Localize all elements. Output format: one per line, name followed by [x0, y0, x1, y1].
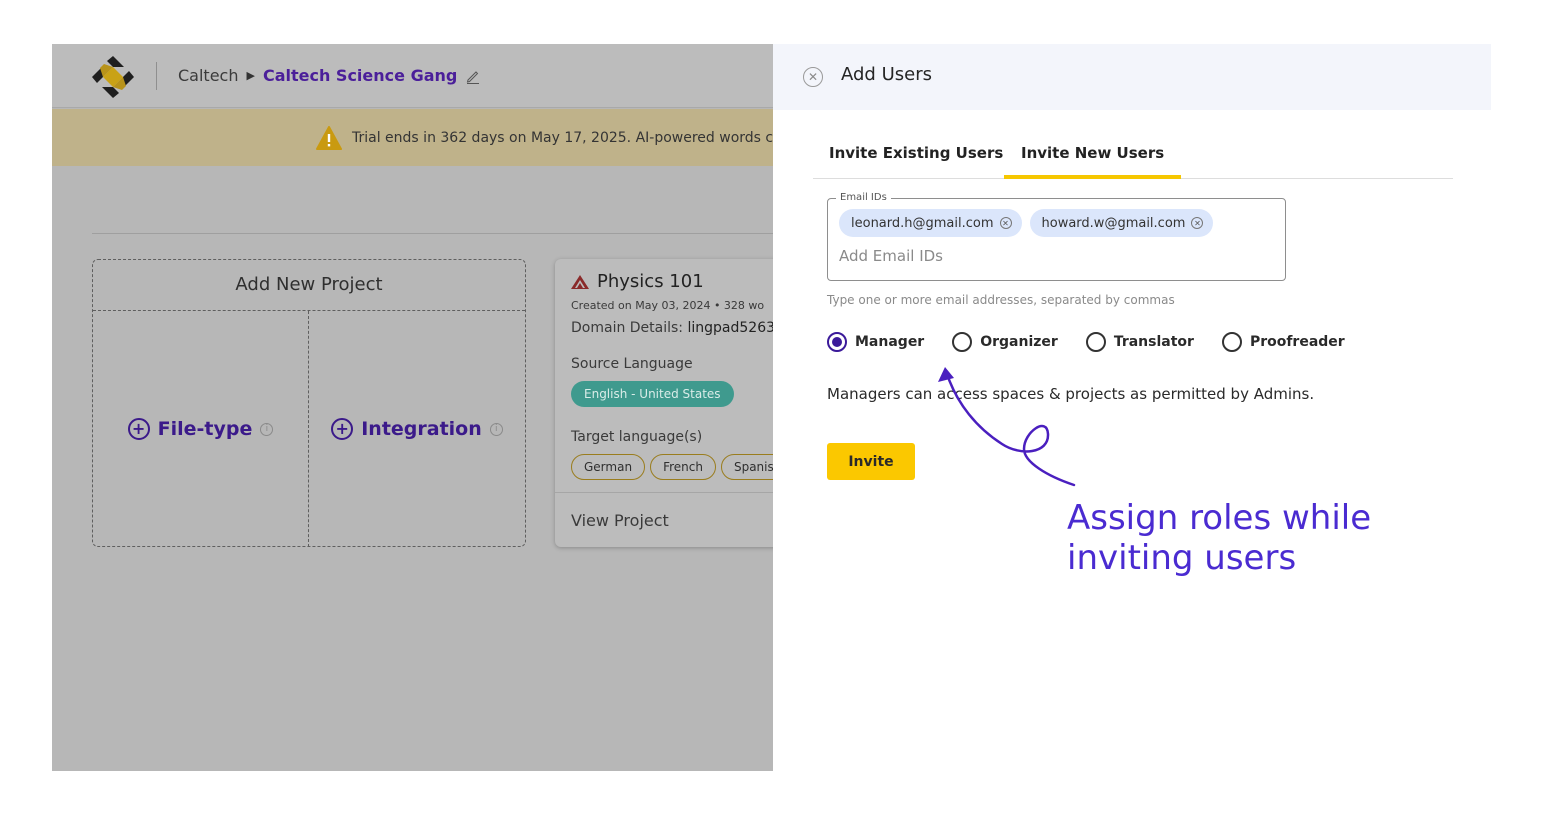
email-input[interactable]: [839, 247, 1259, 265]
drawer-title: Add Users: [841, 64, 932, 85]
plus-circle-icon: +: [127, 418, 150, 440]
role-label: Manager: [855, 334, 925, 350]
divider: [156, 62, 157, 90]
add-users-drawer: ✕ Add Users Invite Existing Users Invite…: [773, 44, 1491, 771]
warning-icon: [316, 126, 342, 150]
remove-chip-icon[interactable]: ✕: [1191, 217, 1204, 229]
domain-value: lingpad5263: [687, 320, 776, 336]
tab-invite-new-users[interactable]: Invite New Users: [1004, 134, 1182, 179]
domain-label: Domain Details:: [571, 320, 688, 336]
project-title: Physics 101: [597, 271, 704, 292]
drawer-header: ✕ Add Users: [773, 44, 1491, 110]
breadcrumb-space[interactable]: Caltech Science Gang: [263, 66, 457, 85]
project-icon: [571, 274, 589, 289]
integration-label: Integration: [361, 418, 482, 440]
app-logo-icon[interactable]: [90, 54, 136, 100]
email-ids-field[interactable]: Email IDs leonard.h@gmail.com ✕ howard.w…: [827, 192, 1286, 281]
close-icon[interactable]: ✕: [803, 67, 823, 87]
invite-tabs: Invite Existing Users Invite New Users: [813, 134, 1453, 179]
role-label: Translator: [1113, 334, 1194, 350]
role-option-proofreader[interactable]: Proofreader: [1221, 332, 1345, 352]
radio-icon[interactable]: [1085, 332, 1106, 352]
caret-right-icon: ▶: [246, 69, 255, 82]
view-project-link[interactable]: View Project: [571, 511, 669, 530]
role-radio-group: Manager Organizer Translator Proofreader: [827, 332, 1345, 352]
edit-pencil-icon[interactable]: [465, 68, 481, 84]
radio-icon[interactable]: [952, 332, 973, 352]
email-chip: leonard.h@gmail.com ✕: [839, 209, 1022, 237]
add-new-project-card: Add New Project + File-type i + Integrat…: [92, 259, 526, 547]
integration-option[interactable]: + Integration i: [309, 311, 525, 547]
plus-circle-icon: +: [331, 418, 354, 440]
email-chip-label: howard.w@gmail.com: [1041, 215, 1186, 231]
breadcrumb: Caltech ▶ Caltech Science Gang: [178, 66, 481, 85]
target-language-label: Target language(s): [571, 429, 703, 445]
email-chip: howard.w@gmail.com ✕: [1029, 209, 1214, 237]
divider: [92, 233, 812, 234]
role-label: Organizer: [980, 334, 1058, 350]
role-option-organizer[interactable]: Organizer: [952, 332, 1058, 352]
info-icon[interactable]: i: [489, 422, 503, 436]
annotation-text: Assign roles while inviting users: [1067, 498, 1372, 578]
invite-button[interactable]: Invite: [827, 443, 915, 480]
radio-selected-icon[interactable]: [827, 332, 847, 352]
tab-invite-existing-users[interactable]: Invite Existing Users: [829, 134, 1003, 179]
info-icon[interactable]: i: [260, 422, 274, 436]
source-language-chip: English - United States: [571, 381, 734, 407]
remove-chip-icon[interactable]: ✕: [999, 217, 1012, 229]
target-language-list: German French Spanish: [571, 454, 795, 480]
app-window: Caltech ▶ Caltech Science Gang Trial end…: [52, 44, 1491, 771]
add-new-project-title: Add New Project: [93, 260, 525, 311]
source-language-label: Source Language: [571, 356, 693, 372]
role-label: Proofreader: [1249, 334, 1345, 350]
target-language-chip: French: [650, 454, 716, 480]
email-ids-legend: Email IDs: [836, 192, 891, 203]
breadcrumb-org[interactable]: Caltech: [178, 66, 238, 85]
role-option-translator[interactable]: Translator: [1085, 332, 1194, 352]
project-created: Created on May 03, 2024 • 328 wo: [571, 299, 765, 312]
email-chip-label: leonard.h@gmail.com: [851, 215, 994, 231]
email-helper-text: Type one or more email addresses, separa…: [827, 293, 1175, 307]
role-description: Managers can access spaces & projects as…: [827, 385, 1315, 403]
file-type-option[interactable]: + File-type i: [93, 311, 309, 547]
email-chip-list: leonard.h@gmail.com ✕ howard.w@gmail.com…: [839, 209, 1214, 237]
role-option-manager[interactable]: Manager: [827, 332, 924, 352]
project-domain: Domain Details: lingpad5263: [571, 320, 775, 336]
file-type-label: File-type: [157, 418, 253, 440]
radio-icon[interactable]: [1221, 332, 1242, 352]
target-language-chip: German: [571, 454, 646, 480]
trial-banner-text: Trial ends in 362 days on May 17, 2025. …: [352, 130, 788, 146]
